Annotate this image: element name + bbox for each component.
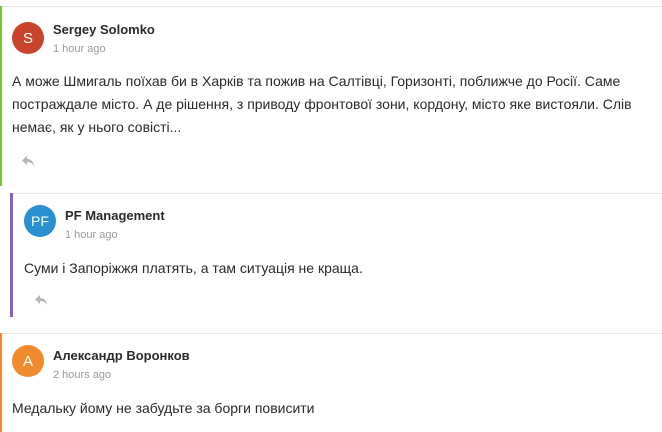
avatar[interactable]: А bbox=[12, 345, 44, 377]
reply-icon[interactable] bbox=[34, 294, 48, 306]
reply-icon[interactable] bbox=[21, 155, 35, 167]
comment-text: А може Шмигаль поїхав би в Харків та пож… bbox=[12, 73, 632, 135]
comment-pf-management: PF PF Management 1 hour ago Суми і Запор… bbox=[10, 193, 662, 317]
comment-text: Суми і Запоріжжя платять, а там ситуація… bbox=[24, 260, 363, 276]
timestamp[interactable]: 1 hour ago bbox=[53, 43, 106, 55]
comment-thread: S Sergey Solomko 1 hour ago А може Шмига… bbox=[0, 0, 662, 432]
comment-alexandr: А Александр Воронков 2 hours ago Медальк… bbox=[0, 333, 662, 432]
avatar[interactable]: S bbox=[12, 22, 44, 54]
author-name[interactable]: Sergey Solomko bbox=[53, 22, 155, 37]
timestamp[interactable]: 2 hours ago bbox=[53, 369, 111, 381]
avatar[interactable]: PF bbox=[24, 205, 56, 237]
author-name[interactable]: PF Management bbox=[65, 208, 165, 223]
comment-sergey: S Sergey Solomko 1 hour ago А може Шмига… bbox=[0, 6, 662, 186]
comment-text: Медальку йому не забудьте за борги повис… bbox=[12, 400, 315, 416]
author-name[interactable]: Александр Воронков bbox=[53, 348, 190, 363]
timestamp[interactable]: 1 hour ago bbox=[65, 229, 118, 241]
